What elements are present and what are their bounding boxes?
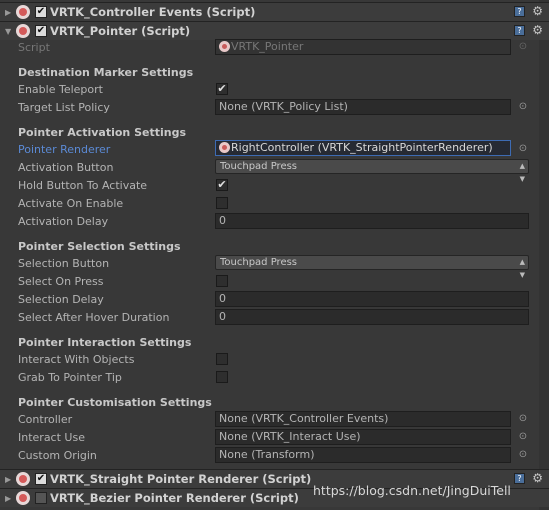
component-enable-checkbox[interactable]: ✔: [35, 6, 47, 18]
selection-button-label: Selection Button: [18, 257, 110, 270]
pointer-renderer-value: RightController (VRTK_StraightPointerRen…: [231, 141, 493, 154]
interact-use-label: Interact Use: [18, 431, 85, 444]
component-enable-checkbox[interactable]: ✔: [35, 25, 47, 37]
activate-on-enable-label: Activate On Enable: [18, 197, 124, 210]
script-icon: [16, 472, 30, 486]
component-enable-checkbox[interactable]: [35, 492, 47, 504]
activate-on-enable-row: Activate On Enable: [18, 195, 538, 212]
custom-origin-field[interactable]: None (Transform): [215, 447, 511, 463]
watermark-text: https://blog.csdn.net/JingDuiTell: [313, 483, 511, 498]
select-after-hover-label: Select After Hover Duration: [18, 311, 170, 324]
component-title: VRTK_Controller Events (Script): [50, 5, 256, 19]
section-heading: Pointer Activation Settings: [18, 126, 187, 139]
script-icon: [16, 5, 30, 19]
fold-closed-icon[interactable]: ▶: [5, 494, 15, 503]
activate-on-enable-checkbox[interactable]: [216, 197, 228, 209]
inspector-scrollbar[interactable]: [539, 0, 549, 510]
activation-button-dropdown[interactable]: Touchpad Press ▲ ▼: [215, 159, 529, 183]
script-icon: [219, 142, 230, 153]
gear-icon[interactable]: ⚙: [532, 4, 543, 18]
activation-button-label: Activation Button: [18, 161, 114, 174]
pointer-renderer-label: Pointer Renderer: [18, 143, 111, 156]
object-picker-icon[interactable]: ⊙: [517, 413, 529, 425]
section-heading: Pointer Selection Settings: [18, 240, 181, 253]
interact-with-objects-label: Interact With Objects: [18, 353, 135, 366]
script-icon: [16, 24, 30, 38]
component-header-pointer[interactable]: ▼ ✔ VRTK_Pointer (Script) ? ⚙: [0, 21, 549, 40]
help-icon[interactable]: ?: [514, 25, 525, 36]
object-picker-icon: ⊙: [518, 41, 528, 52]
controller-field[interactable]: None (VRTK_Controller Events): [215, 411, 511, 427]
script-icon: [16, 491, 30, 505]
script-field: VRTK_Pointer: [215, 39, 511, 55]
component-header-controller-events[interactable]: ▶ ✔ VRTK_Controller Events (Script) ? ⚙: [0, 2, 549, 21]
fold-closed-icon[interactable]: ▶: [5, 8, 15, 17]
enable-teleport-row: Enable Teleport: [18, 81, 538, 98]
section-heading: Pointer Customisation Settings: [18, 396, 212, 409]
hold-button-checkbox[interactable]: ✔: [216, 179, 228, 191]
select-on-press-label: Select On Press: [18, 275, 104, 288]
controller-label: Controller: [18, 413, 73, 426]
script-label: Script: [18, 41, 50, 54]
grab-to-pointer-tip-row: Grab To Pointer Tip: [18, 369, 538, 386]
grab-to-pointer-tip-label: Grab To Pointer Tip: [18, 371, 122, 384]
object-picker-icon[interactable]: ⊙: [517, 143, 529, 155]
selection-delay-label: Selection Delay: [18, 293, 104, 306]
selection-delay-input[interactable]: 0: [215, 291, 529, 307]
component-enable-checkbox[interactable]: ✔: [35, 473, 47, 485]
selection-button-dropdown[interactable]: Touchpad Press ▲ ▼: [215, 255, 529, 279]
target-list-policy-label: Target List Policy: [18, 101, 110, 114]
component-title: VRTK_Straight Pointer Renderer (Script): [50, 472, 312, 486]
gear-icon[interactable]: ⚙: [532, 23, 543, 37]
section-heading: Pointer Interaction Settings: [18, 336, 192, 349]
help-icon[interactable]: ?: [514, 6, 525, 17]
interact-with-objects-checkbox[interactable]: [216, 353, 228, 365]
activation-delay-input[interactable]: 0: [215, 213, 529, 229]
section-heading: Destination Marker Settings: [18, 66, 194, 79]
custom-origin-label: Custom Origin: [18, 449, 97, 462]
grab-to-pointer-tip-checkbox[interactable]: [216, 371, 228, 383]
activation-delay-label: Activation Delay: [18, 215, 109, 228]
interact-use-field[interactable]: None (VRTK_Interact Use): [215, 429, 511, 445]
fold-closed-icon[interactable]: ▶: [5, 475, 15, 484]
help-icon[interactable]: ?: [514, 473, 525, 484]
enable-teleport-checkbox[interactable]: ✔: [216, 83, 228, 95]
hold-button-row: Hold Button To Activate: [18, 177, 538, 194]
object-picker-icon[interactable]: ⊙: [517, 101, 529, 113]
enable-teleport-label: Enable Teleport: [18, 83, 103, 96]
component-title: VRTK_Bezier Pointer Renderer (Script): [50, 491, 299, 505]
hold-button-label: Hold Button To Activate: [18, 179, 148, 192]
dropdown-value: Touchpad Press: [220, 161, 298, 172]
object-picker-icon[interactable]: ⊙: [517, 431, 529, 443]
dropdown-value: Touchpad Press: [220, 257, 298, 268]
fold-open-icon[interactable]: ▼: [5, 27, 15, 36]
target-list-policy-field[interactable]: None (VRTK_Policy List): [215, 99, 511, 115]
select-after-hover-input[interactable]: 0: [215, 309, 529, 325]
script-value: VRTK_Pointer: [231, 40, 304, 53]
component-title: VRTK_Pointer (Script): [50, 24, 191, 38]
object-picker-icon[interactable]: ⊙: [517, 449, 529, 461]
select-on-press-checkbox[interactable]: [216, 275, 228, 287]
pointer-renderer-field[interactable]: RightController (VRTK_StraightPointerRen…: [215, 140, 511, 156]
select-on-press-row: Select On Press: [18, 273, 538, 290]
script-icon: [219, 41, 230, 52]
gear-icon[interactable]: ⚙: [532, 471, 543, 485]
interact-with-objects-row: Interact With Objects: [18, 351, 538, 368]
